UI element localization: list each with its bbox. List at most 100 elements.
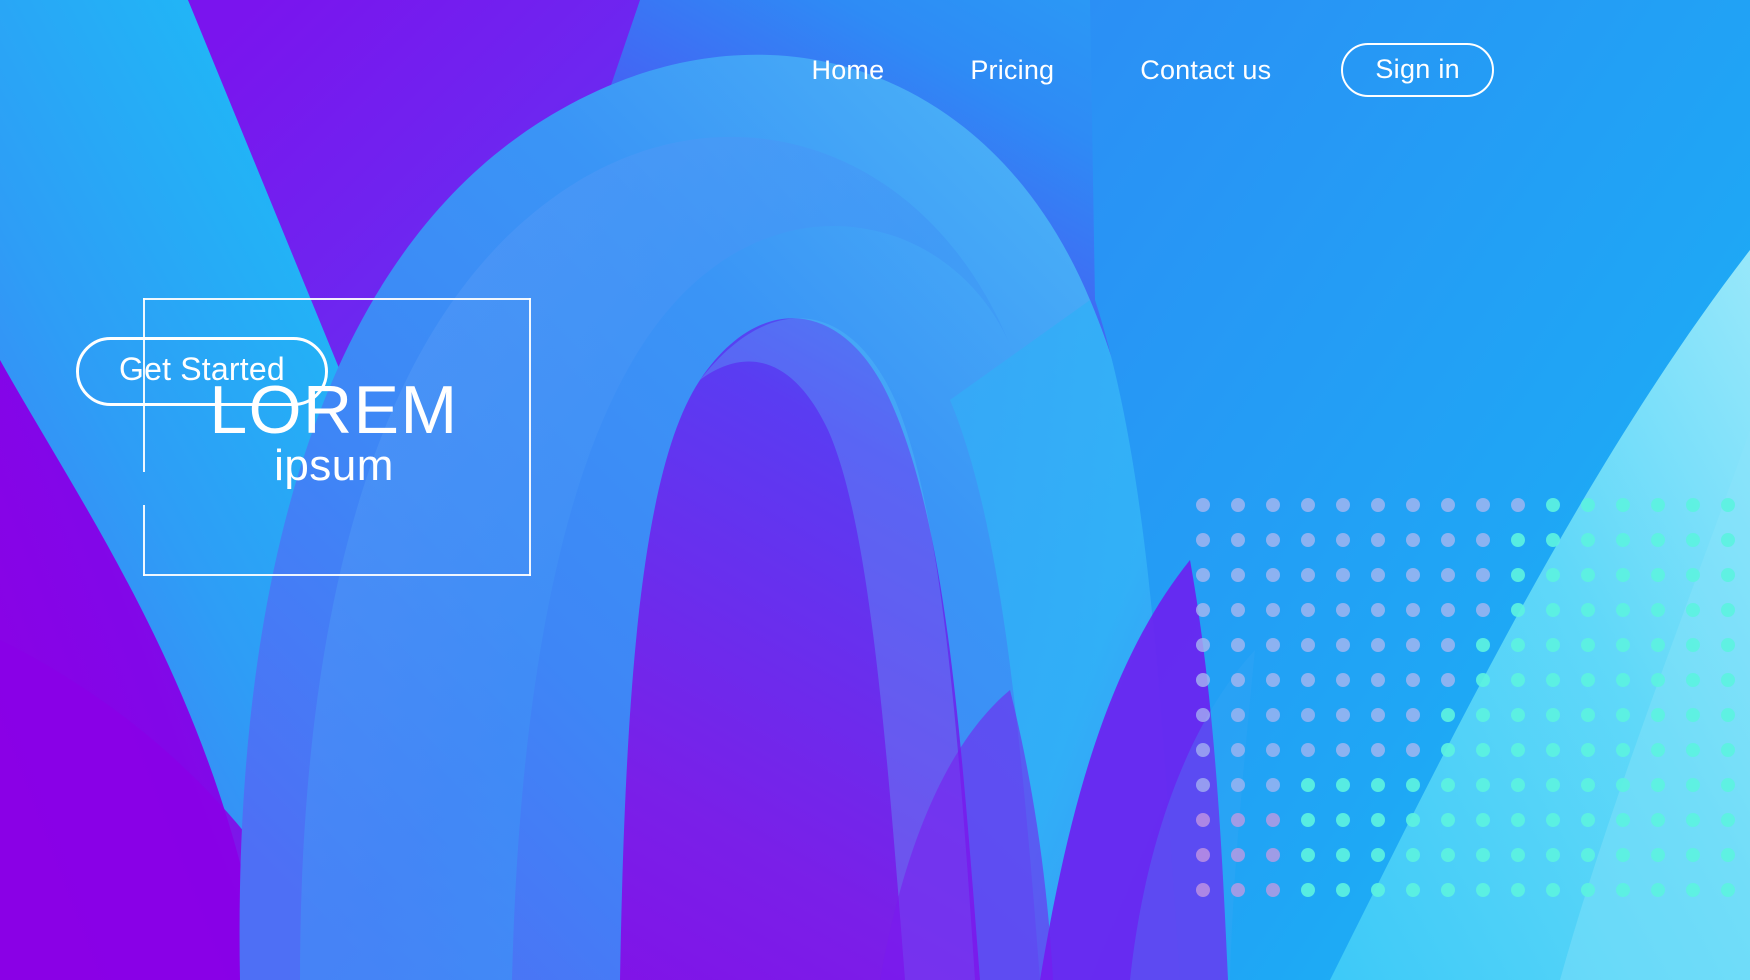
- halftone-dot: [1406, 603, 1420, 617]
- halftone-dot: [1231, 533, 1245, 547]
- halftone-dot: [1231, 603, 1245, 617]
- halftone-dot: [1371, 568, 1385, 582]
- halftone-dot: [1686, 568, 1700, 582]
- halftone-dot: [1476, 883, 1490, 897]
- halftone-dot: [1686, 813, 1700, 827]
- halftone-dot: [1721, 708, 1735, 722]
- halftone-dot: [1406, 673, 1420, 687]
- halftone-dot: [1266, 778, 1280, 792]
- halftone-dot: [1616, 568, 1630, 582]
- halftone-dot: [1266, 813, 1280, 827]
- sign-in-button[interactable]: Sign in: [1341, 42, 1494, 98]
- halftone-dot: [1616, 813, 1630, 827]
- halftone-dot: [1511, 498, 1525, 512]
- halftone-dot: [1441, 533, 1455, 547]
- halftone-dot: [1581, 498, 1595, 512]
- halftone-dot: [1546, 638, 1560, 652]
- halftone-dot: [1301, 533, 1315, 547]
- halftone-dot: [1371, 813, 1385, 827]
- halftone-dot: [1336, 568, 1350, 582]
- halftone-dot: [1686, 673, 1700, 687]
- halftone-dot: [1476, 743, 1490, 757]
- halftone-dot: [1406, 638, 1420, 652]
- halftone-dot: [1476, 778, 1490, 792]
- halftone-dot: [1301, 813, 1315, 827]
- halftone-dot: [1721, 743, 1735, 757]
- halftone-dot: [1196, 498, 1210, 512]
- halftone-dot: [1336, 638, 1350, 652]
- halftone-dot: [1546, 708, 1560, 722]
- halftone-dot: [1511, 813, 1525, 827]
- halftone-dot: [1441, 883, 1455, 897]
- halftone-dot: [1721, 813, 1735, 827]
- halftone-dot: [1441, 743, 1455, 757]
- halftone-dot: [1476, 813, 1490, 827]
- halftone-dot: [1686, 708, 1700, 722]
- halftone-dot: [1721, 603, 1735, 617]
- halftone-dot: [1616, 498, 1630, 512]
- halftone-dot: [1721, 673, 1735, 687]
- halftone-dot: [1546, 568, 1560, 582]
- halftone-dot: [1511, 568, 1525, 582]
- halftone-dot: [1546, 533, 1560, 547]
- halftone-dot: [1336, 848, 1350, 862]
- halftone-dot: [1581, 813, 1595, 827]
- nav-link-home[interactable]: Home: [812, 56, 885, 84]
- halftone-dot: [1406, 743, 1420, 757]
- halftone-dot: [1651, 743, 1665, 757]
- halftone-dot: [1581, 848, 1595, 862]
- halftone-dot: [1686, 638, 1700, 652]
- halftone-dot: [1196, 603, 1210, 617]
- frame-edge-bottom: [143, 574, 531, 576]
- halftone-dot: [1686, 533, 1700, 547]
- halftone-dot: [1476, 533, 1490, 547]
- halftone-dot: [1511, 778, 1525, 792]
- halftone-dot: [1336, 603, 1350, 617]
- halftone-dot: [1301, 498, 1315, 512]
- halftone-dot: [1336, 778, 1350, 792]
- halftone-dot: [1721, 533, 1735, 547]
- halftone-dot: [1231, 883, 1245, 897]
- halftone-dot: [1546, 743, 1560, 757]
- halftone-dot: [1231, 848, 1245, 862]
- halftone-dot: [1406, 568, 1420, 582]
- nav-link-contact-us[interactable]: Contact us: [1140, 56, 1271, 84]
- halftone-dot: [1301, 568, 1315, 582]
- halftone-dot: [1686, 743, 1700, 757]
- halftone-dot: [1511, 883, 1525, 897]
- halftone-dot: [1406, 708, 1420, 722]
- halftone-dot: [1266, 708, 1280, 722]
- halftone-dot: [1546, 778, 1560, 792]
- halftone-dot: [1511, 603, 1525, 617]
- get-started-button[interactable]: Get Started: [76, 337, 328, 406]
- halftone-dot: [1266, 673, 1280, 687]
- halftone-dot: [1266, 848, 1280, 862]
- halftone-dot: [1686, 883, 1700, 897]
- halftone-dot: [1336, 743, 1350, 757]
- halftone-dot: [1581, 883, 1595, 897]
- halftone-dot: [1441, 708, 1455, 722]
- halftone-dot: [1266, 498, 1280, 512]
- halftone-dot: [1336, 498, 1350, 512]
- halftone-dot: [1476, 568, 1490, 582]
- halftone-dot: [1441, 778, 1455, 792]
- halftone-dot: [1231, 498, 1245, 512]
- halftone-dot: [1651, 813, 1665, 827]
- halftone-dot: [1406, 533, 1420, 547]
- halftone-dot: [1266, 568, 1280, 582]
- halftone-dot: [1196, 813, 1210, 827]
- halftone-dot: [1651, 883, 1665, 897]
- halftone-dot: [1371, 778, 1385, 792]
- nav-link-pricing[interactable]: Pricing: [970, 56, 1054, 84]
- halftone-dot: [1371, 883, 1385, 897]
- halftone-dot: [1441, 673, 1455, 687]
- halftone-dot: [1196, 673, 1210, 687]
- halftone-dot: [1441, 848, 1455, 862]
- halftone-dot: [1476, 638, 1490, 652]
- halftone-dot: [1581, 673, 1595, 687]
- halftone-dot: [1511, 708, 1525, 722]
- halftone-dot: [1686, 778, 1700, 792]
- halftone-dot: [1651, 638, 1665, 652]
- halftone-dot: [1406, 778, 1420, 792]
- halftone-dot: [1196, 848, 1210, 862]
